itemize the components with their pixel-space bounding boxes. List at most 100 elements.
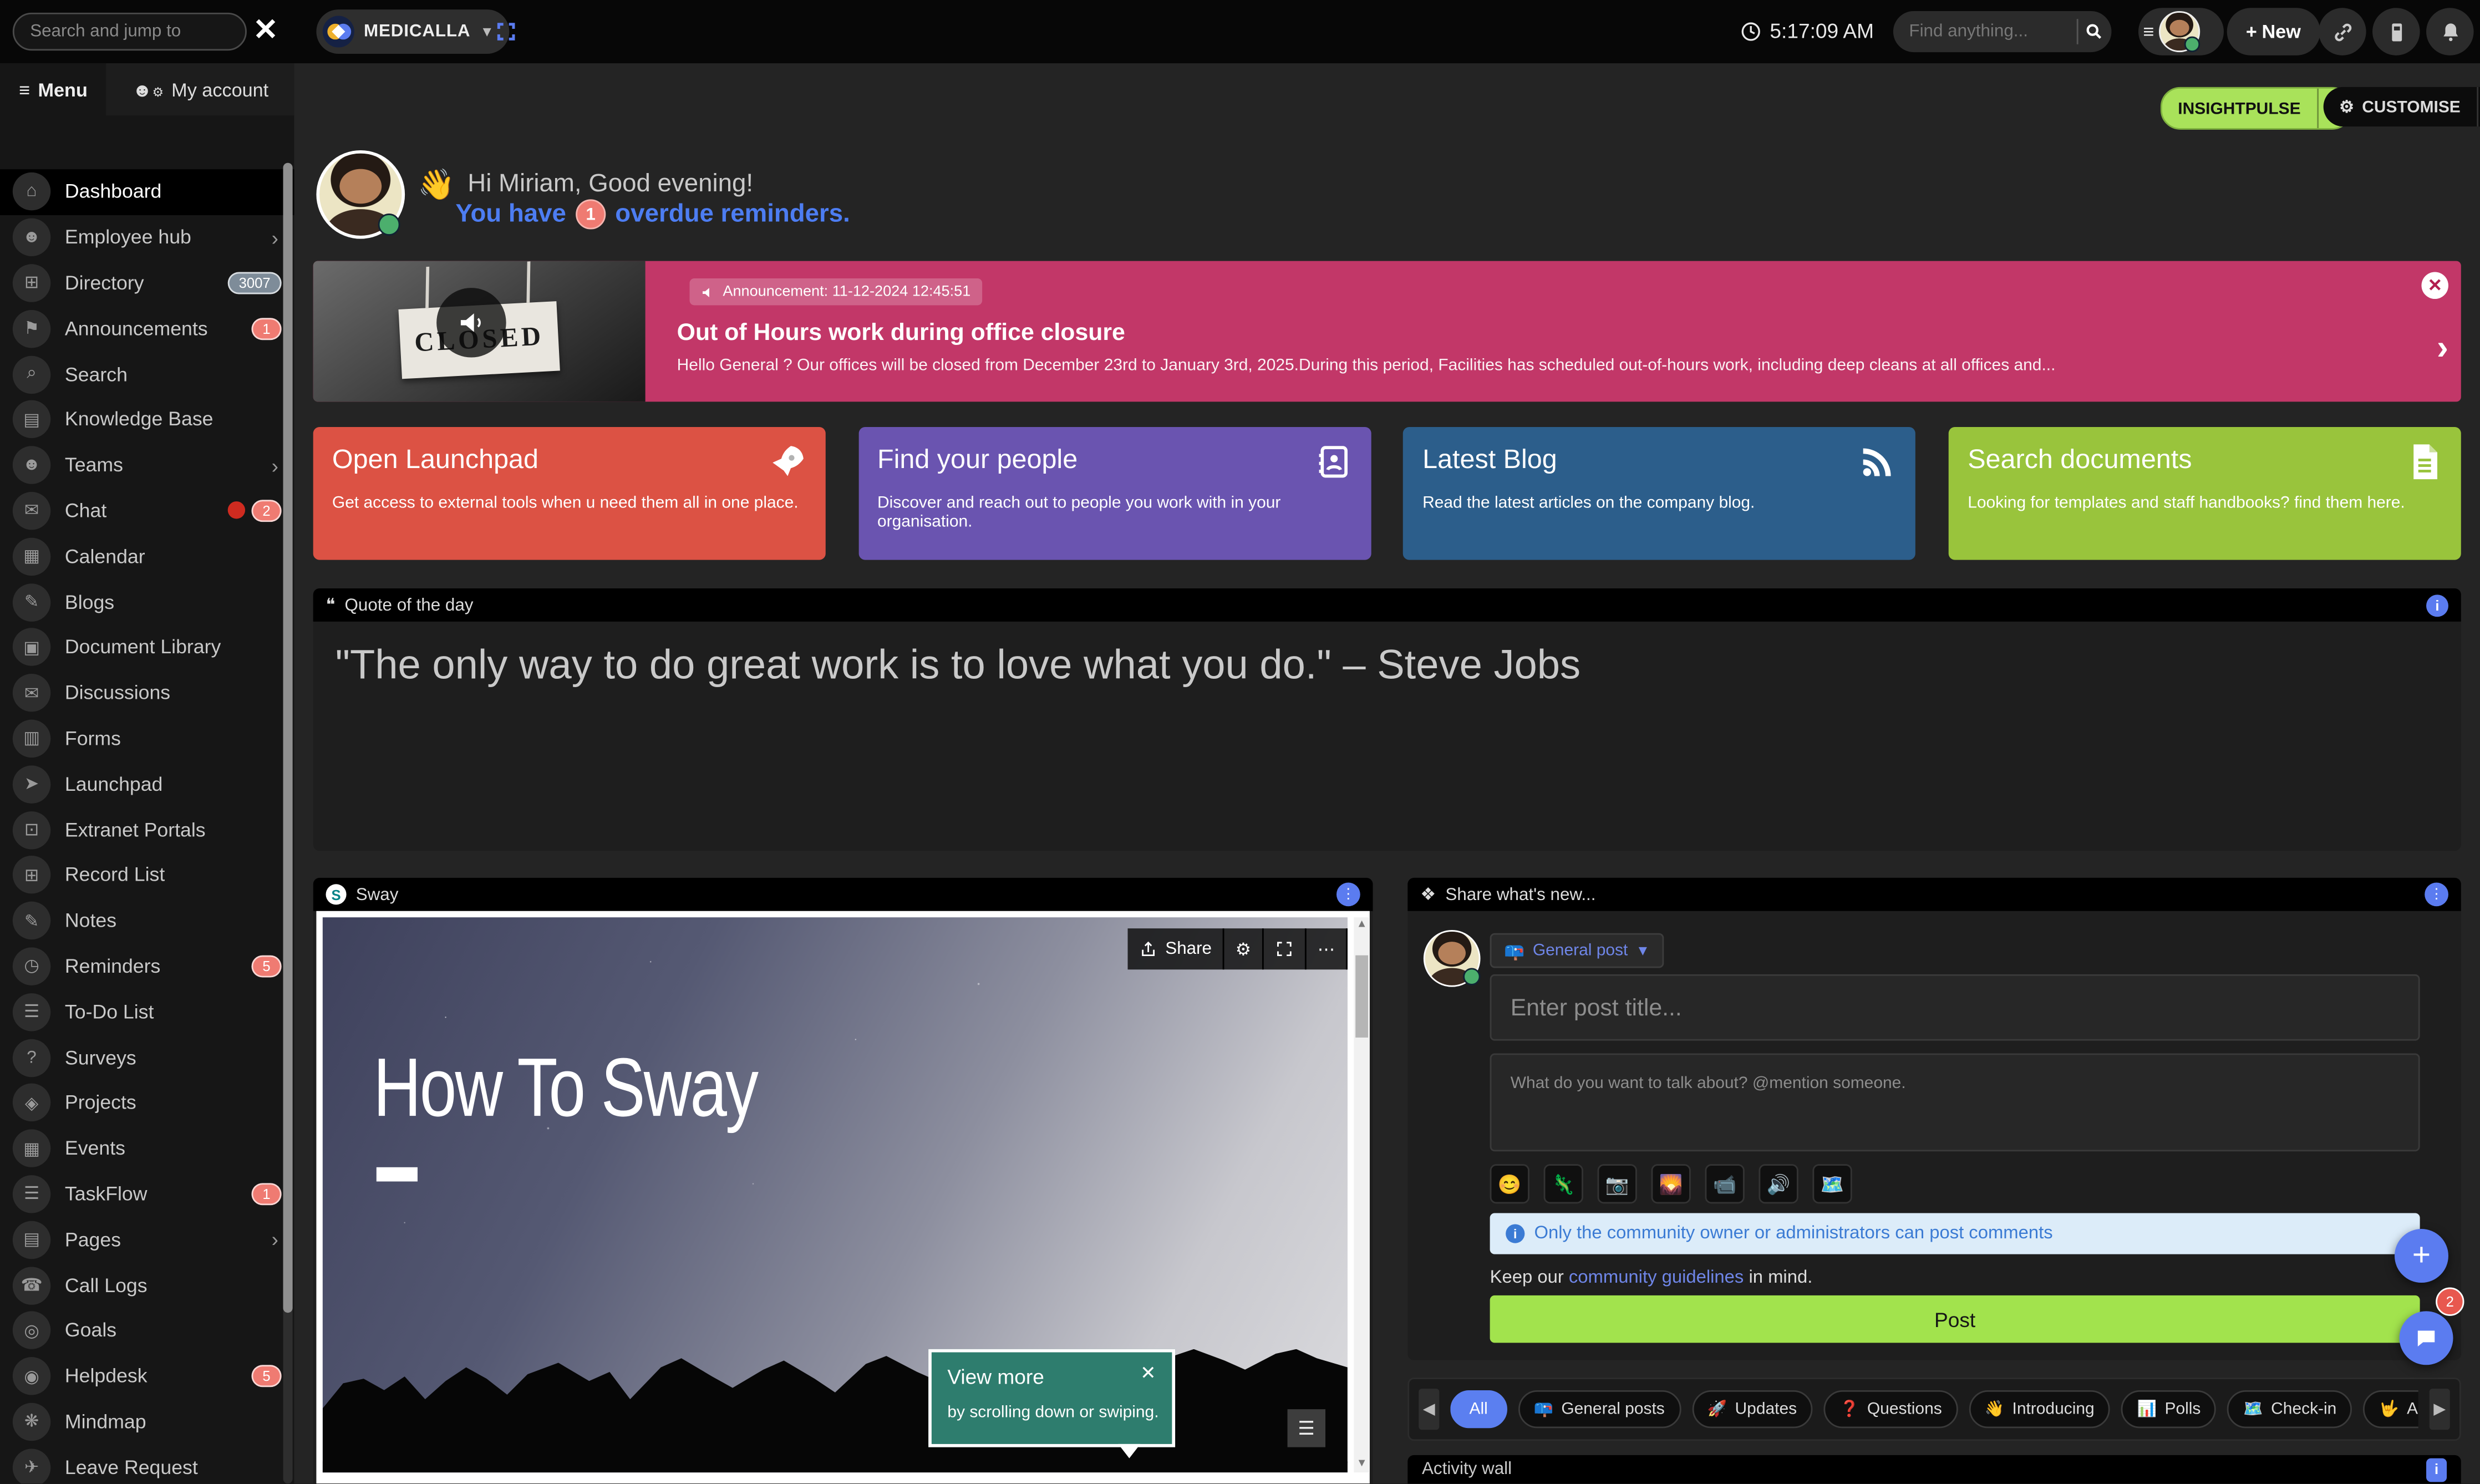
- quick-card-find-your-people[interactable]: Find your peopleDiscover and reach out t…: [858, 427, 1371, 560]
- sidebar-item-reminders[interactable]: ◷Reminders5: [0, 943, 294, 989]
- post-title-input[interactable]: [1490, 974, 2420, 1041]
- sidebar-item-call-logs[interactable]: ☎Call Logs: [0, 1262, 294, 1308]
- sidebar-item-events[interactable]: ▦Events: [0, 1126, 294, 1171]
- search-input[interactable]: [13, 13, 247, 50]
- sidebar-item-projects[interactable]: ◈Projects: [0, 1080, 294, 1126]
- user-gear-icon: ☻⚙: [132, 78, 164, 100]
- customise-button[interactable]: ⚙CUSTOMISE ▼: [2324, 87, 2480, 126]
- map-button[interactable]: 🗺️: [1812, 1164, 1852, 1203]
- chat-unread-badge: 2: [2436, 1288, 2464, 1316]
- filter-pill-polls[interactable]: 📊Polls: [2121, 1390, 2217, 1428]
- post-body-input[interactable]: [1490, 1053, 2420, 1151]
- more-options-button[interactable]: ⋯: [1307, 928, 1348, 969]
- sidebar-item-document-library[interactable]: ▣Document Library: [0, 624, 294, 670]
- my-account-tab[interactable]: ☻⚙ My account: [106, 63, 294, 115]
- find-anything-input[interactable]: [1893, 22, 2077, 41]
- sidebar-item-blogs[interactable]: ✎Blogs: [0, 579, 294, 624]
- filter-pill-questions[interactable]: ❓Questions: [1824, 1390, 1958, 1428]
- sidebar-item-extranet-portals[interactable]: ⊡Extranet Portals: [0, 807, 294, 852]
- gif-button[interactable]: 🦎: [1544, 1164, 1583, 1203]
- filter-pill-introducing[interactable]: 👋Introducing: [1969, 1390, 2110, 1428]
- sidebar-item-announcements[interactable]: ⚑Announcements1: [0, 306, 294, 352]
- user-menu[interactable]: ≡: [2138, 8, 2224, 55]
- expand-button[interactable]: [1264, 928, 1307, 969]
- emoji-button[interactable]: 😊: [1490, 1164, 1529, 1203]
- scroll-right-icon[interactable]: ▶: [2430, 1389, 2450, 1430]
- post-button[interactable]: Post: [1490, 1295, 2420, 1343]
- sidebar-item-launchpad[interactable]: ➤Launchpad: [0, 761, 294, 807]
- filter-pill-check-in[interactable]: 🗺️Check-in: [2228, 1390, 2352, 1428]
- sidebar-item-employee-hub[interactable]: ☻Employee hub›: [0, 215, 294, 260]
- community-guidelines-link[interactable]: community guidelines: [1569, 1268, 1744, 1287]
- sidebar-item-label: Surveys: [65, 1046, 136, 1069]
- settings-button[interactable]: ⚙: [1224, 928, 1264, 969]
- quick-card-search-documents[interactable]: Search documentsLooking for templates an…: [1949, 427, 2461, 560]
- share-button[interactable]: Share: [1127, 928, 1224, 969]
- announcement-banner[interactable]: CLOSED Announcement: 11-12-2024 12:45:51…: [313, 261, 2461, 402]
- question-icon: ?: [13, 1038, 50, 1076]
- kiosk-button[interactable]: [2372, 8, 2420, 55]
- quick-card-open-launchpad[interactable]: Open LaunchpadGet access to external too…: [313, 427, 826, 560]
- sidebar-item-forms[interactable]: ▥Forms: [0, 716, 294, 761]
- widget-options-icon[interactable]: ⋮: [1336, 882, 1360, 906]
- sidebar-item-chat[interactable]: ✉Chat2: [0, 488, 294, 533]
- sidebar-item-to-do-list[interactable]: ☰To-Do List: [0, 989, 294, 1035]
- image-button[interactable]: 🌄: [1651, 1164, 1691, 1203]
- menu-tab[interactable]: ≡ Menu: [0, 63, 106, 115]
- sidebar-item-pages[interactable]: ▤Pages›: [0, 1217, 294, 1262]
- reminders-alert[interactable]: You have 1 overdue reminders.: [455, 199, 850, 229]
- sidebar-item-leave-request[interactable]: ✈Leave Request: [0, 1445, 294, 1484]
- chevron-down-icon[interactable]: ▼: [2476, 87, 2480, 126]
- info-icon[interactable]: i: [2426, 594, 2448, 616]
- sidebar-item-calendar[interactable]: ▦Calendar: [0, 533, 294, 579]
- add-floating-button[interactable]: +: [2395, 1229, 2448, 1283]
- widget-options-icon[interactable]: ⋮: [2425, 882, 2448, 906]
- quick-card-latest-blog[interactable]: Latest BlogRead the latest articles on t…: [1404, 427, 1916, 560]
- sidebar-item-taskflow[interactable]: ☰TaskFlow1: [0, 1171, 294, 1217]
- sidebar-item-knowledge-base[interactable]: ▤Knowledge Base: [0, 397, 294, 443]
- chat-floating-button[interactable]: [2400, 1311, 2453, 1365]
- sidebar-item-search[interactable]: ⌕Search: [0, 352, 294, 397]
- sidebar-item-helpdesk[interactable]: ◉Helpdesk5: [0, 1354, 294, 1399]
- contents-button[interactable]: ☰: [1288, 1409, 1325, 1447]
- sidebar-item-mindmap[interactable]: ❋Mindmap: [0, 1399, 294, 1445]
- insightpulse-button[interactable]: INSIGHTPULSE ▼: [2161, 87, 2351, 130]
- sidebar-item-discussions[interactable]: ✉Discussions: [0, 670, 294, 716]
- filter-pill-updates[interactable]: 🚀Updates: [1691, 1390, 1812, 1428]
- notifications-button[interactable]: [2426, 8, 2474, 55]
- post-type-selector[interactable]: 📪 General post ▼: [1490, 933, 1664, 968]
- next-announcement-chevron[interactable]: ›: [2437, 327, 2448, 368]
- close-icon[interactable]: ✕: [1140, 1362, 1156, 1384]
- brand-switcher[interactable]: MEDICALLA ▼: [316, 9, 510, 54]
- count-badge: 1: [251, 1183, 281, 1205]
- filter-pill-all[interactable]: All: [1450, 1390, 1507, 1428]
- tasklist-icon: ☰: [13, 1175, 50, 1213]
- sidebar-item-goals[interactable]: ◎Goals: [0, 1308, 294, 1353]
- close-icon[interactable]: ✕: [2421, 272, 2448, 299]
- filter-pill-general-posts[interactable]: 📪General posts: [1518, 1390, 1680, 1428]
- sidebar-item-directory[interactable]: ⊞Directory3007: [0, 260, 294, 306]
- close-icon[interactable]: ✕: [253, 13, 278, 49]
- composer-header: ❖ Share what's new... ⋮: [1407, 878, 2461, 911]
- new-button[interactable]: +New: [2227, 8, 2320, 55]
- sidebar-item-dashboard[interactable]: ⌂Dashboard: [0, 169, 294, 215]
- search-icon[interactable]: [2078, 22, 2111, 41]
- sidebar-scrollbar[interactable]: [283, 163, 293, 1483]
- audio-button[interactable]: 🔊: [1759, 1164, 1798, 1203]
- camera-button[interactable]: 📷: [1598, 1164, 1637, 1203]
- sidebar-item-teams[interactable]: ☻Teams›: [0, 443, 294, 488]
- sidebar-item-surveys[interactable]: ? Surveys: [0, 1035, 294, 1080]
- info-icon[interactable]: i: [2426, 1458, 2447, 1482]
- greeting: 👋 Hi Miriam, Good evening!: [418, 166, 753, 204]
- fullscreen-icon[interactable]: [495, 21, 517, 43]
- filter-pill-appreciations[interactable]: 🤟Appreciations: [2364, 1390, 2418, 1428]
- video-button[interactable]: 📹: [1705, 1164, 1745, 1203]
- sway-scrollbar[interactable]: ▲ ▼: [1354, 917, 1370, 1472]
- scroll-left-icon[interactable]: ◀: [1419, 1389, 1439, 1430]
- sidebar-item-notes[interactable]: ✎Notes: [0, 898, 294, 943]
- gif-icon: 🦎: [1552, 1173, 1576, 1195]
- top-bar: ✕ MEDICALLA ▼ 5:17:09 AM ≡ +New: [0, 0, 2480, 63]
- project-icon: ◈: [13, 1084, 50, 1122]
- sidebar-item-record-list[interactable]: ⊞Record List: [0, 852, 294, 898]
- link-button[interactable]: [2319, 8, 2366, 55]
